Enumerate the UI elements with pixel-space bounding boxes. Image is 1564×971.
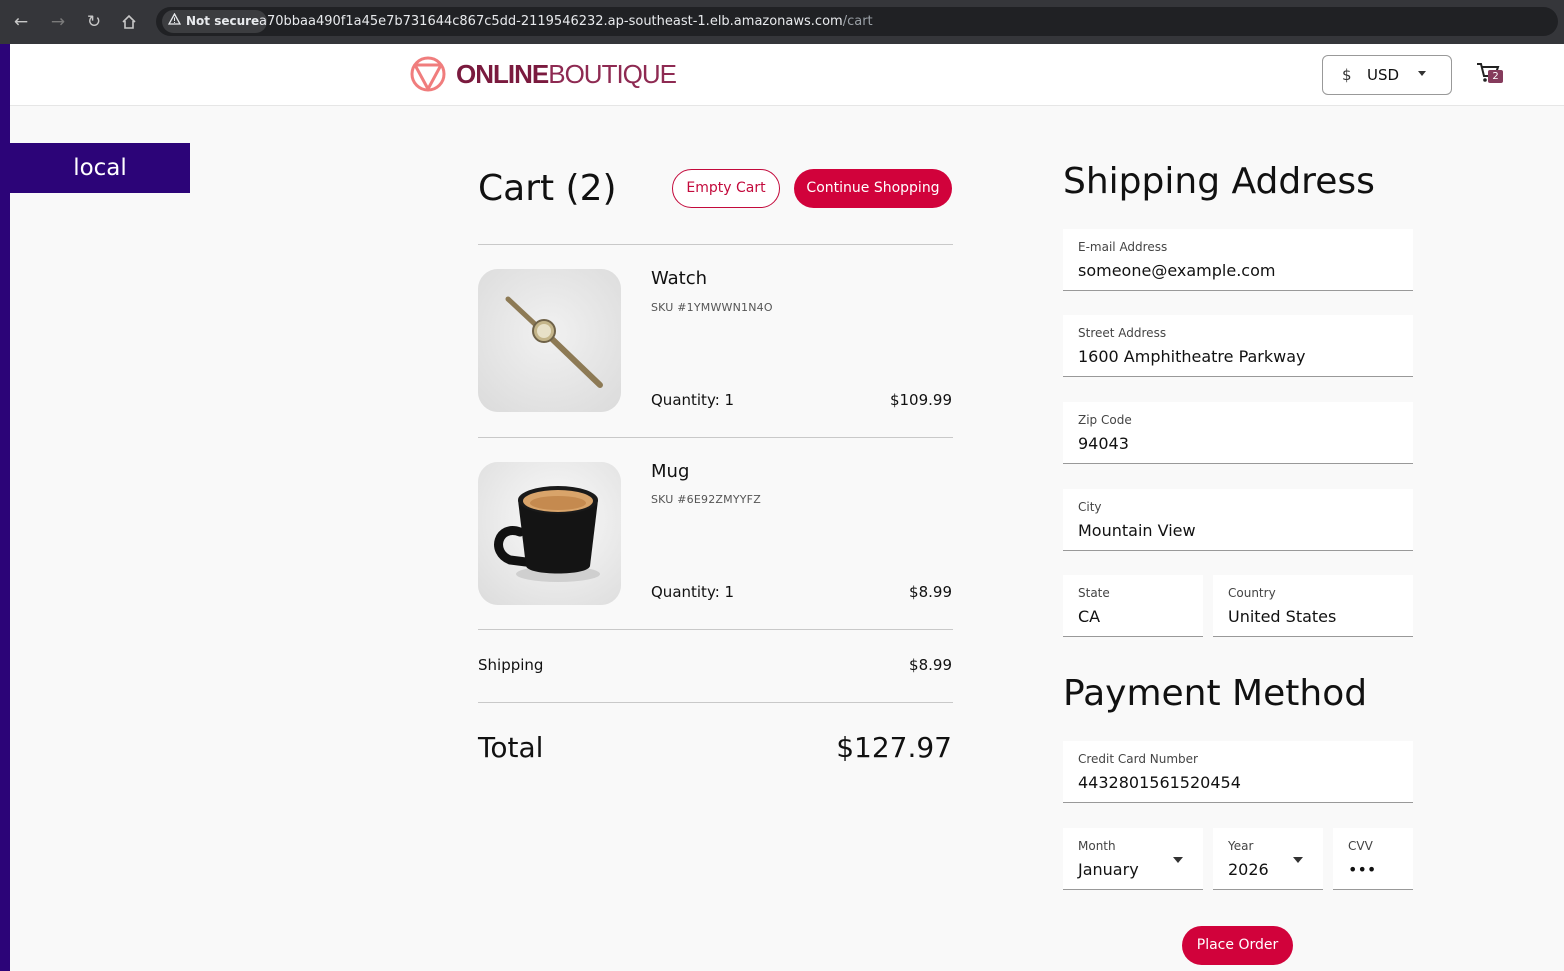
cc-value: 4432801561520454	[1078, 773, 1241, 792]
country-label: Country	[1228, 586, 1276, 600]
month-select[interactable]: Month January	[1063, 828, 1203, 890]
country-value: United States	[1228, 607, 1337, 626]
cvv-value: •••	[1348, 860, 1377, 879]
address-bar[interactable]: Not secure a70bbaa490f1a45e7b731644c867c…	[156, 7, 1558, 36]
month-value: January	[1078, 860, 1139, 879]
divider	[478, 702, 953, 703]
country-field[interactable]: Country United States	[1213, 575, 1413, 637]
total-label: Total	[478, 731, 544, 764]
item-sku: SKU #6E92ZMYYFZ	[651, 493, 761, 506]
cvv-field[interactable]: CVV •••	[1333, 828, 1413, 890]
reload-icon[interactable]: ↻	[83, 11, 105, 33]
zip-code-field[interactable]: Zip Code 94043	[1063, 402, 1413, 464]
env-label: local	[10, 143, 190, 193]
state-field[interactable]: State CA	[1063, 575, 1203, 637]
empty-cart-button[interactable]: Empty Cart	[672, 169, 780, 208]
continue-shopping-button[interactable]: Continue Shopping	[794, 169, 952, 208]
divider	[478, 629, 953, 630]
forward-arrow-icon[interactable]: →	[47, 11, 69, 33]
state-value: CA	[1078, 607, 1101, 626]
item-name[interactable]: Watch	[651, 268, 707, 289]
logo-bold: ONLINE	[456, 58, 549, 89]
site-header: ONLINEBOUTIQUE $ USD 2	[10, 44, 1564, 106]
logo-light: BOUTIQUE	[548, 58, 677, 89]
item-name[interactable]: Mug	[651, 461, 689, 482]
item-quantity: Quantity: 1	[651, 391, 735, 409]
shipping-address-title: Shipping Address	[1063, 161, 1375, 202]
email-field[interactable]: E-mail Address someone@example.com	[1063, 229, 1413, 291]
product-image-mug[interactable]	[478, 462, 621, 605]
credit-card-field[interactable]: Credit Card Number 4432801561520454	[1063, 741, 1413, 803]
cart-count-badge: 2	[1488, 70, 1503, 83]
currency-select[interactable]: $ USD	[1322, 55, 1452, 95]
street-value: 1600 Amphitheatre Parkway	[1078, 347, 1306, 366]
divider	[478, 244, 953, 245]
street-address-field[interactable]: Street Address 1600 Amphitheatre Parkway	[1063, 315, 1413, 377]
zip-label: Zip Code	[1078, 413, 1132, 427]
city-field[interactable]: City Mountain View	[1063, 489, 1413, 551]
env-strip	[0, 44, 10, 971]
chevron-down-icon	[1418, 71, 1426, 76]
zip-value: 94043	[1078, 434, 1129, 453]
url-text: a70bbaa490f1a45e7b731644c867c5dd-2119546…	[259, 7, 873, 36]
cc-label: Credit Card Number	[1078, 752, 1198, 766]
url-host: a70bbaa490f1a45e7b731644c867c5dd-2119546…	[259, 14, 843, 29]
month-label: Month	[1078, 839, 1116, 853]
warning-icon	[167, 10, 182, 33]
place-order-button[interactable]: Place Order	[1182, 926, 1293, 965]
cart-title: Cart (2)	[478, 168, 617, 209]
payment-method-title: Payment Method	[1063, 673, 1368, 714]
street-label: Street Address	[1078, 326, 1167, 340]
security-label: Not secure	[186, 14, 260, 28]
divider	[478, 437, 953, 438]
shipping-label: Shipping	[478, 656, 544, 674]
item-price: $109.99	[889, 391, 952, 409]
item-sku: SKU #1YMWWN1N4O	[651, 301, 773, 314]
url-path: /cart	[842, 14, 873, 29]
total-value: $127.97	[836, 731, 952, 764]
currency-symbol: $	[1342, 66, 1352, 84]
item-price: $8.99	[909, 583, 952, 601]
back-arrow-icon[interactable]: ←	[10, 11, 32, 33]
cvv-label: CVV	[1348, 839, 1373, 853]
year-label: Year	[1228, 839, 1254, 853]
chevron-down-icon	[1293, 857, 1303, 863]
email-value: someone@example.com	[1078, 261, 1276, 280]
site-logo[interactable]: ONLINEBOUTIQUE	[408, 54, 677, 94]
city-value: Mountain View	[1078, 521, 1196, 540]
item-quantity: Quantity: 1	[651, 583, 735, 601]
chevron-down-icon	[1173, 857, 1183, 863]
email-label: E-mail Address	[1078, 240, 1168, 254]
year-select[interactable]: Year 2026	[1213, 828, 1323, 890]
browser-toolbar: ← → ↻ Not secure a70bbaa490f1a45e7b73164…	[0, 0, 1564, 44]
logo-text: ONLINEBOUTIQUE	[456, 58, 677, 90]
product-image-watch[interactable]	[478, 269, 621, 412]
city-label: City	[1078, 500, 1102, 514]
year-value: 2026	[1228, 860, 1269, 879]
logo-icon	[410, 56, 446, 92]
home-icon[interactable]	[118, 11, 140, 33]
security-chip[interactable]: Not secure	[162, 10, 268, 33]
currency-code: USD	[1367, 66, 1400, 84]
state-label: State	[1078, 586, 1110, 600]
shipping-value: $8.99	[909, 656, 952, 674]
